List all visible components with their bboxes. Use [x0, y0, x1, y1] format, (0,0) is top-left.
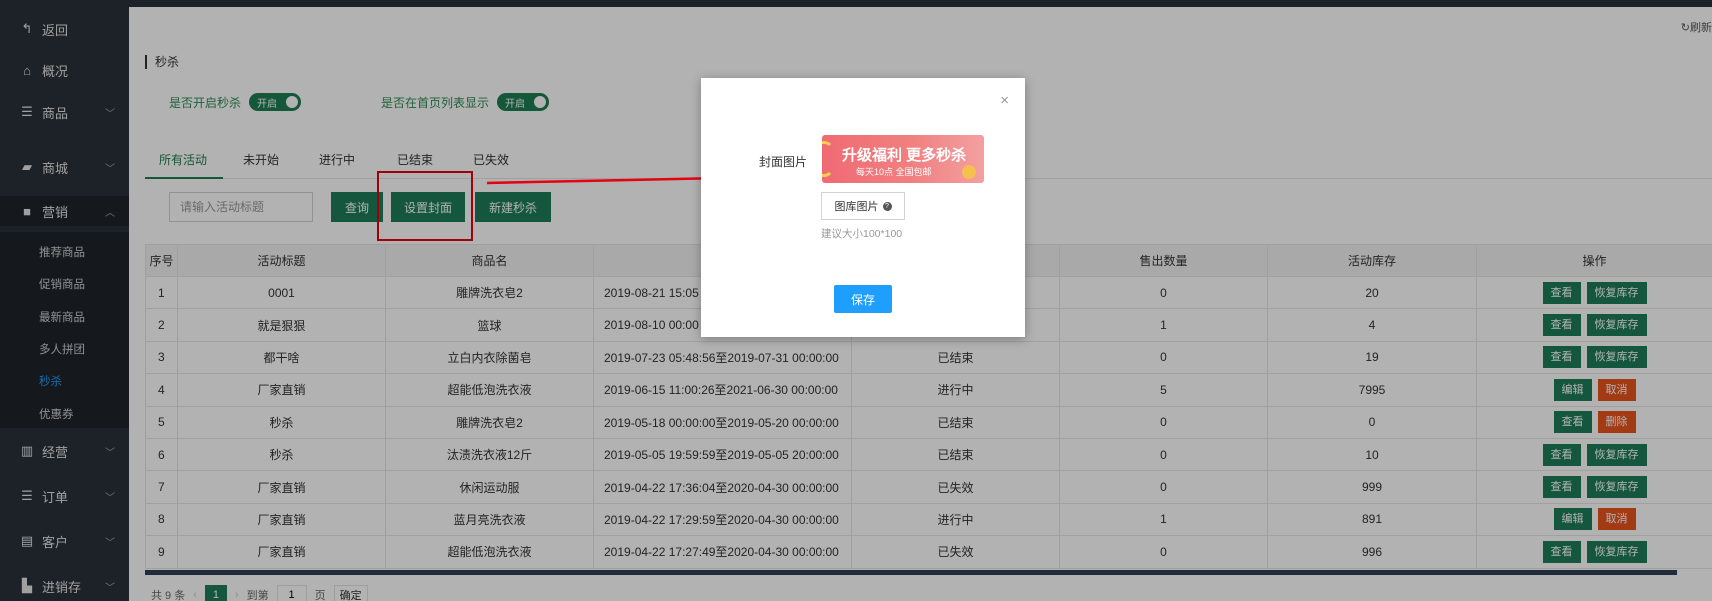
close-icon[interactable]: × [1000, 92, 1009, 109]
save-button[interactable]: 保存 [834, 285, 892, 313]
decoration-coin [962, 165, 976, 179]
help-icon: ? [882, 201, 892, 211]
cover-image-preview[interactable]: 升级福利 更多秒杀 每天10点 全国包邮 [822, 135, 984, 183]
gallery-image-button[interactable]: 图库图片 ? [821, 192, 905, 220]
banner-subline: 每天10点 全国包邮 [856, 167, 932, 177]
cover-image-label: 封面图片 [759, 155, 808, 169]
set-cover-modal: × 封面图片 升级福利 更多秒杀 每天10点 全国包邮 图库图片 ? 建议大小1… [701, 78, 1025, 337]
decoration-shape [822, 141, 834, 177]
size-hint: 建议大小100*100 [821, 228, 903, 240]
banner-headline: 升级福利 更多秒杀 [842, 147, 967, 164]
